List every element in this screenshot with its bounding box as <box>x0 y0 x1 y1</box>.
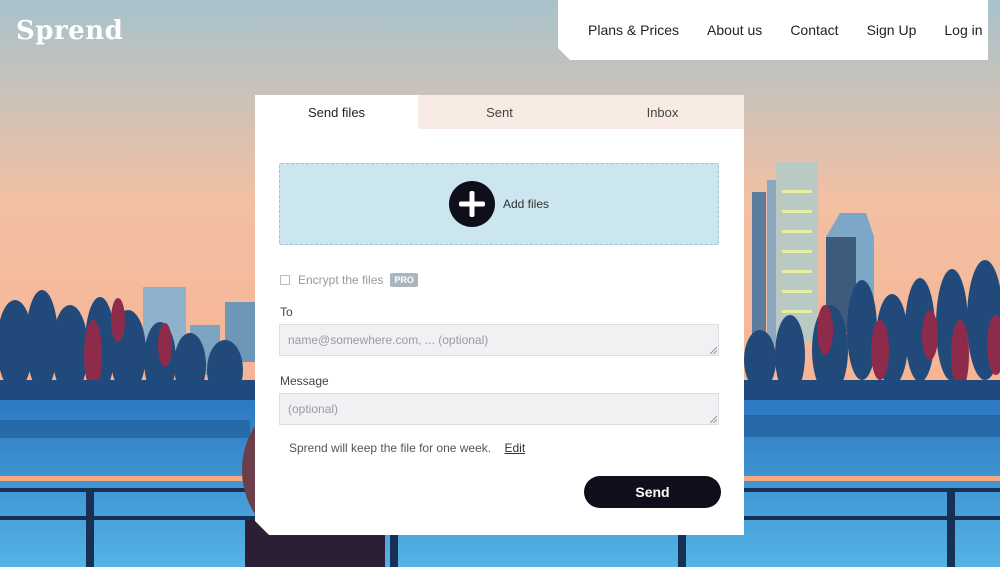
message-input[interactable] <box>279 393 719 425</box>
nav-about-us[interactable]: About us <box>707 22 762 38</box>
nav-sign-up[interactable]: Sign Up <box>867 22 917 38</box>
edit-retention-link[interactable]: Edit <box>504 441 525 455</box>
plus-circle-icon[interactable] <box>449 181 495 227</box>
tab-bar: Send files Sent Inbox <box>255 95 744 129</box>
tab-inbox[interactable]: Inbox <box>581 95 744 129</box>
encrypt-option: Encrypt the files PRO <box>280 273 418 287</box>
nav-log-in[interactable]: Log in <box>944 22 982 38</box>
top-navigation: Plans & Prices About us Contact Sign Up … <box>558 0 988 60</box>
add-files-label: Add files <box>502 197 550 211</box>
add-files-dropzone[interactable]: Add files <box>279 163 719 245</box>
retention-text: Sprend will keep the file for one week. <box>289 441 492 455</box>
message-field-wrapper <box>255 393 744 425</box>
message-label: Message <box>280 374 329 388</box>
send-panel: Send files Sent Inbox Add files Encrypt … <box>255 95 744 535</box>
to-field-wrapper <box>255 324 744 356</box>
send-button[interactable]: Send <box>584 476 721 508</box>
nav-plans-prices[interactable]: Plans & Prices <box>588 22 679 38</box>
tab-send-files[interactable]: Send files <box>255 95 418 129</box>
nav-contact[interactable]: Contact <box>790 22 838 38</box>
to-label: To <box>280 305 293 319</box>
pro-badge: PRO <box>390 273 418 287</box>
tab-sent[interactable]: Sent <box>418 95 581 129</box>
to-input[interactable] <box>279 324 719 356</box>
encrypt-checkbox[interactable] <box>280 275 290 285</box>
retention-info: Sprend will keep the file for one week. … <box>289 441 525 455</box>
sprend-logo[interactable]: Sprend <box>16 16 123 46</box>
encrypt-label: Encrypt the files <box>298 273 384 287</box>
